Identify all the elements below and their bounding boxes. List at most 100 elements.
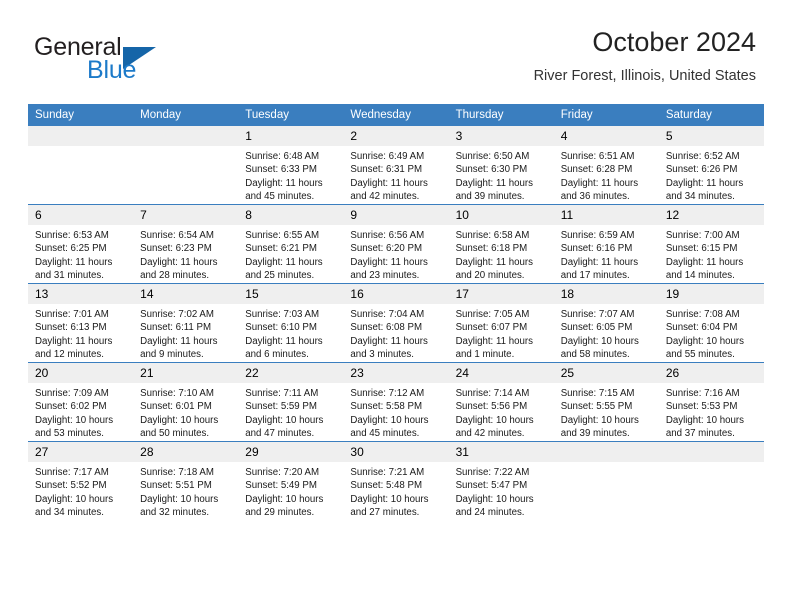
calendar-day-cell-empty bbox=[658, 441, 764, 520]
daylight-text-line2: and 55 minutes. bbox=[665, 349, 735, 361]
calendar-week-row: 20 Sunrise: 7:09 AM Sunset: 6:02 PM Dayligh… bbox=[28, 362, 764, 442]
calendar-day-cell[interactable]: 22 Sunrise: 7:11 AM Sunset: 5:59 PM Dayligh… bbox=[238, 362, 344, 442]
day-number: 27 bbox=[28, 442, 134, 462]
sunrise-text: Sunrise: 7:07 AM bbox=[560, 309, 635, 320]
sunset-text: Sunset: 6:28 PM bbox=[560, 164, 633, 176]
day-number: 13 bbox=[28, 284, 134, 304]
calendar-day-cell[interactable]: 21 Sunrise: 7:10 AM Sunset: 6:01 PM Dayligh… bbox=[133, 362, 239, 442]
calendar-day-cell[interactable]: 14 Sunrise: 7:02 AM Sunset: 6:11 PM Dayligh… bbox=[133, 283, 239, 363]
sunrise-text: Sunrise: 7:00 AM bbox=[665, 230, 740, 241]
calendar-day-cell[interactable]: 7 Sunrise: 6:54 AM Sunset: 6:23 PM Daylight… bbox=[133, 204, 239, 284]
daylight-text-line1: Daylight: 10 hours bbox=[140, 414, 219, 426]
day-number: 16 bbox=[343, 284, 449, 304]
daylight-text-line1: Daylight: 11 hours bbox=[35, 335, 113, 347]
sunrise-text: Sunrise: 6:48 AM bbox=[245, 151, 320, 162]
calendar-day-cell[interactable]: 24 Sunrise: 7:14 AM Sunset: 5:56 PM Dayligh… bbox=[448, 362, 554, 442]
sunset-text: Sunset: 5:48 PM bbox=[350, 480, 423, 492]
weekday-header-saturday: Saturday bbox=[658, 104, 764, 126]
daylight-text-line2: and 9 minutes. bbox=[140, 349, 204, 361]
calendar-day-cell[interactable]: 16 Sunrise: 7:04 AM Sunset: 6:08 PM Dayligh… bbox=[343, 283, 449, 363]
daylight-text-line2: and 3 minutes. bbox=[350, 349, 414, 361]
calendar-day-cell[interactable]: 6 Sunrise: 6:53 AM Sunset: 6:25 PM Daylight… bbox=[28, 204, 134, 284]
sunset-text: Sunset: 6:05 PM bbox=[560, 322, 633, 334]
calendar-day-cell[interactable]: 26 Sunrise: 7:16 AM Sunset: 5:53 PM Dayligh… bbox=[658, 362, 764, 442]
calendar-day-cell[interactable]: 29 Sunrise: 7:20 AM Sunset: 5:49 PM Dayligh… bbox=[238, 441, 344, 520]
sunset-text: Sunset: 6:31 PM bbox=[350, 164, 423, 176]
calendar-day-cell[interactable]: 27 Sunrise: 7:17 AM Sunset: 5:52 PM Dayligh… bbox=[28, 441, 134, 520]
sunrise-text: Sunrise: 6:55 AM bbox=[245, 230, 320, 241]
day-number: 23 bbox=[343, 363, 449, 383]
daylight-text-line1: Daylight: 11 hours bbox=[350, 335, 428, 347]
daylight-text-line1: Daylight: 11 hours bbox=[455, 335, 533, 347]
sunrise-text: Sunrise: 6:50 AM bbox=[455, 151, 530, 162]
daylight-text-line2: and 34 minutes. bbox=[35, 507, 104, 519]
day-number: 3 bbox=[448, 126, 554, 146]
calendar-day-cell[interactable]: 31 Sunrise: 7:22 AM Sunset: 5:47 PM Dayligh… bbox=[448, 441, 554, 520]
weekday-header-tuesday: Tuesday bbox=[238, 104, 344, 126]
day-number: 9 bbox=[343, 205, 449, 225]
calendar-day-cell[interactable]: 11 Sunrise: 6:59 AM Sunset: 6:16 PM Dayligh… bbox=[553, 204, 659, 284]
daylight-text-line2: and 31 minutes. bbox=[35, 270, 104, 282]
general-blue-logo[interactable]: General Blue bbox=[34, 33, 254, 89]
calendar-day-cell[interactable]: 13 Sunrise: 7:01 AM Sunset: 6:13 PM Dayligh… bbox=[28, 283, 134, 363]
calendar-day-cell[interactable]: 8 Sunrise: 6:55 AM Sunset: 6:21 PM Daylight… bbox=[238, 204, 344, 284]
calendar-day-cell[interactable]: 17 Sunrise: 7:05 AM Sunset: 6:07 PM Dayligh… bbox=[448, 283, 554, 363]
calendar-day-cell[interactable]: 15 Sunrise: 7:03 AM Sunset: 6:10 PM Dayligh… bbox=[238, 283, 344, 363]
day-details: Sunrise: 7:21 AM Sunset: 5:48 PM Daylight:… bbox=[343, 462, 448, 520]
daylight-text-line2: and 45 minutes. bbox=[350, 428, 420, 440]
day-details bbox=[133, 146, 238, 204]
sunset-text: Sunset: 6:04 PM bbox=[665, 322, 738, 334]
sunset-text: Sunset: 6:02 PM bbox=[35, 401, 107, 413]
day-number: 14 bbox=[133, 284, 239, 304]
calendar-day-cell[interactable]: 10 Sunrise: 6:58 AM Sunset: 6:18 PM Dayligh… bbox=[448, 204, 554, 284]
calendar-day-cell[interactable]: 9 Sunrise: 6:56 AM Sunset: 6:20 PM Daylight… bbox=[343, 204, 449, 284]
sunrise-text: Sunrise: 7:08 AM bbox=[665, 309, 740, 320]
daylight-text-line1: Daylight: 11 hours bbox=[665, 177, 744, 189]
day-details: Sunrise: 7:10 AM Sunset: 6:01 PM Daylight:… bbox=[133, 383, 238, 441]
calendar-day-cell[interactable]: 18 Sunrise: 7:07 AM Sunset: 6:05 PM Dayligh… bbox=[553, 283, 659, 363]
daylight-text-line1: Daylight: 10 hours bbox=[665, 335, 744, 347]
sunset-text: Sunset: 6:30 PM bbox=[455, 164, 528, 176]
day-number: 1 bbox=[238, 126, 344, 146]
day-details: Sunrise: 7:20 AM Sunset: 5:49 PM Daylight:… bbox=[238, 462, 343, 520]
sunrise-text: Sunrise: 6:56 AM bbox=[350, 230, 425, 241]
sunset-text: Sunset: 5:58 PM bbox=[350, 401, 423, 413]
sunrise-text: Sunrise: 7:04 AM bbox=[350, 309, 425, 320]
logo-text-blue: Blue bbox=[87, 56, 137, 84]
day-number: 31 bbox=[448, 442, 554, 462]
page-subtitle: River Forest, Illinois, United States bbox=[533, 68, 756, 84]
daylight-text-line2: and 6 minutes. bbox=[245, 349, 309, 361]
day-details: Sunrise: 6:49 AM Sunset: 6:31 PM Daylight:… bbox=[343, 146, 448, 204]
calendar-day-cell[interactable]: 20 Sunrise: 7:09 AM Sunset: 6:02 PM Dayligh… bbox=[28, 362, 134, 442]
daylight-text-line2: and 45 minutes. bbox=[245, 191, 315, 203]
calendar-day-cell[interactable]: 19 Sunrise: 7:08 AM Sunset: 6:04 PM Dayligh… bbox=[658, 283, 764, 363]
daylight-text-line2: and 32 minutes. bbox=[140, 507, 210, 519]
calendar-day-cell-empty bbox=[28, 126, 134, 205]
calendar-day-cell[interactable]: 12 Sunrise: 7:00 AM Sunset: 6:15 PM Dayligh… bbox=[658, 204, 764, 284]
day-details: Sunrise: 7:17 AM Sunset: 5:52 PM Daylight:… bbox=[28, 462, 133, 520]
calendar-day-cell[interactable]: 4 Sunrise: 6:51 AM Sunset: 6:28 PM Daylight… bbox=[553, 126, 659, 205]
sunset-text: Sunset: 6:13 PM bbox=[35, 322, 107, 334]
calendar-day-cell[interactable]: 3 Sunrise: 6:50 AM Sunset: 6:30 PM Daylight… bbox=[448, 126, 554, 205]
calendar-day-cell[interactable]: 5 Sunrise: 6:52 AM Sunset: 6:26 PM Daylight… bbox=[658, 126, 764, 205]
calendar-day-cell[interactable]: 2 Sunrise: 6:49 AM Sunset: 6:31 PM Daylight… bbox=[343, 126, 449, 205]
calendar-day-cell[interactable]: 30 Sunrise: 7:21 AM Sunset: 5:48 PM Dayligh… bbox=[343, 441, 449, 520]
sunset-text: Sunset: 6:21 PM bbox=[245, 243, 317, 255]
day-details: Sunrise: 7:05 AM Sunset: 6:07 PM Daylight:… bbox=[449, 304, 554, 362]
calendar-week-row: 1 Sunrise: 6:48 AM Sunset: 6:33 PM Daylight… bbox=[28, 126, 764, 205]
sunrise-text: Sunrise: 7:17 AM bbox=[35, 467, 109, 478]
calendar-day-cell[interactable]: 28 Sunrise: 7:18 AM Sunset: 5:51 PM Dayligh… bbox=[133, 441, 239, 520]
calendar-day-cell[interactable]: 1 Sunrise: 6:48 AM Sunset: 6:33 PM Daylight… bbox=[238, 126, 344, 205]
calendar-day-cell[interactable]: 23 Sunrise: 7:12 AM Sunset: 5:58 PM Dayligh… bbox=[343, 362, 449, 442]
day-details: Sunrise: 6:53 AM Sunset: 6:25 PM Daylight:… bbox=[28, 225, 133, 283]
sunset-text: Sunset: 5:51 PM bbox=[140, 480, 212, 492]
calendar-day-cell[interactable]: 25 Sunrise: 7:15 AM Sunset: 5:55 PM Dayligh… bbox=[553, 362, 659, 442]
day-number: 26 bbox=[658, 363, 764, 383]
day-number bbox=[133, 126, 239, 146]
calendar-body: 1 Sunrise: 6:48 AM Sunset: 6:33 PM Daylight… bbox=[28, 126, 764, 520]
daylight-text-line1: Daylight: 10 hours bbox=[35, 414, 114, 426]
daylight-text-line1: Daylight: 11 hours bbox=[455, 256, 533, 268]
weekday-header-sunday: Sunday bbox=[28, 104, 134, 126]
page-title: October 2024 bbox=[592, 27, 756, 57]
sunset-text: Sunset: 6:08 PM bbox=[350, 322, 423, 334]
